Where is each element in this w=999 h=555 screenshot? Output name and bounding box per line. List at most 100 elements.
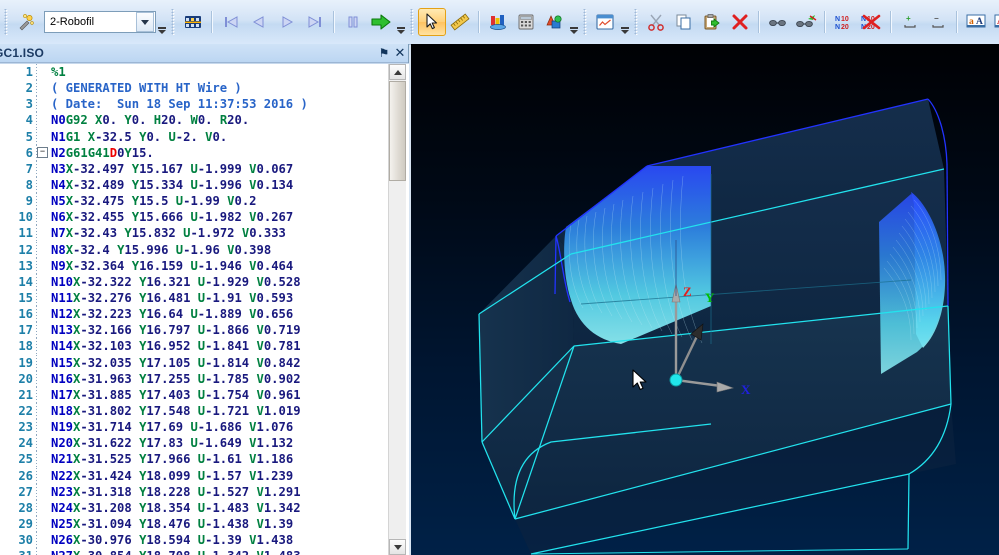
code-line[interactable]: 21 N17X-31.885 Y17.403 U-1.754 V0.961 [0, 386, 387, 403]
3d-simulation-viewport[interactable]: Z Y X [411, 44, 999, 555]
code-lines-container[interactable]: 1 %1 2 ( GENERATED WITH HT Wire ) 3 ( Date: S… [0, 64, 387, 555]
increase-indent-icon[interactable]: + [896, 8, 924, 36]
last-block-icon[interactable] [301, 8, 329, 36]
run-icon[interactable] [367, 8, 395, 36]
code-line[interactable]: 13 N9X-32.364 Y16.159 U-1.946 V0.464 [0, 257, 387, 274]
code-line[interactable]: 15 N11X-32.276 Y16.481 U-1.91 V0.593 [0, 289, 387, 307]
uppercase-icon[interactable]: A a [990, 8, 999, 36]
lowercase-icon[interactable]: a A [962, 8, 990, 36]
code-text: N8X-32.4 Y15.996 U-1.96 V0.398 [51, 242, 272, 257]
line-number: 10 [18, 210, 33, 225]
code-text: N14X-32.103 Y16.952 U-1.841 V0.781 [51, 339, 301, 354]
window-properties-icon[interactable] [591, 8, 619, 36]
code-line[interactable]: 20 N16X-31.963 Y17.255 U-1.785 V0.902 [0, 370, 387, 387]
code-line[interactable]: 22 N18X-31.802 Y17.548 U-1.721 V1.019 [0, 402, 387, 420]
code-line[interactable]: 12 N8X-32.4 Y15.996 U-1.96 V0.398 [0, 241, 387, 258]
renumber-blocks-icon[interactable]: N 10 N 20 [830, 8, 858, 36]
step-forward-icon[interactable] [273, 8, 301, 36]
line-number: 18 [18, 339, 33, 354]
close-icon[interactable]: ✕ [392, 45, 408, 61]
code-line[interactable]: 4 N0G92 X0. Y0. H20. W0. R20. [0, 112, 387, 129]
code-text: N24X-31.208 Y18.354 U-1.483 V1.342 [51, 500, 301, 515]
code-line[interactable]: 25 N21X-31.525 Y17.966 U-1.61 V1.186 [0, 451, 387, 468]
copy-icon[interactable] [670, 8, 698, 36]
toolbar-divider [333, 11, 335, 33]
code-line[interactable]: 24 N20X-31.622 Y17.83 U-1.649 V1.132 [0, 435, 387, 452]
code-line[interactable]: 14 N10X-32.322 Y16.321 U-1.929 V0.528 [0, 273, 387, 290]
line-number: 14 [18, 274, 33, 289]
code-line[interactable]: 6− N2G61G41D0Y15. [0, 144, 387, 161]
step-back-icon[interactable] [245, 8, 273, 36]
code-line[interactable]: 18 N14X-32.103 Y16.952 U-1.841 V0.781 [0, 338, 387, 355]
remove-block-numbers-icon[interactable]: N 10 N 20 [858, 8, 886, 36]
code-line[interactable]: 29 N25X-31.094 Y18.476 U-1.438 V1.39 [0, 515, 387, 533]
window-toolbar-overflow[interactable] [619, 8, 630, 37]
code-line[interactable]: 3 ( Date: Sun 18 Sep 11:37:53 2016 ) [0, 96, 387, 113]
scroll-up-button[interactable] [389, 64, 406, 80]
select-arrow-icon[interactable] [418, 8, 446, 36]
line-number: 31 [0, 548, 36, 555]
code-line[interactable]: 8 N4X-32.489 Y15.334 U-1.996 V0.134 [0, 176, 387, 194]
chevron-down-icon[interactable] [136, 12, 154, 32]
toolbar-grip-tools[interactable] [409, 9, 416, 35]
svg-text:N: N [835, 16, 840, 23]
cut-scissors-icon[interactable] [642, 8, 670, 36]
simulation-settings-icon[interactable] [179, 8, 207, 36]
code-text: N21X-31.525 Y17.966 U-1.61 V1.186 [51, 452, 294, 467]
3d-model-canvas[interactable]: Z Y X [411, 44, 999, 555]
pause-icon[interactable] [339, 8, 367, 36]
delete-x-icon[interactable] [726, 8, 754, 36]
code-text: N27X-30.854 Y18.708 U-1.342 V1.483 [48, 548, 301, 555]
wizard-wand-icon[interactable] [12, 8, 40, 36]
code-line[interactable]: 19 N15X-32.035 Y17.105 U-1.814 V0.842 [0, 354, 387, 371]
code-line[interactable]: 2 ( GENERATED WITH HT Wire ) [0, 80, 387, 97]
code-line[interactable]: 27 N23X-31.318 Y18.228 U-1.527 V1.291 [0, 483, 387, 500]
code-line[interactable]: 16 N12X-32.223 Y16.64 U-1.889 V0.656 [0, 306, 387, 323]
code-line[interactable]: 1 %1 [0, 64, 387, 81]
toolbar-grip-edit[interactable] [633, 9, 640, 35]
machine-toolbar-overflow[interactable] [156, 8, 167, 37]
code-line[interactable]: 26 N22X-31.424 Y18.099 U-1.57 V1.239 [0, 467, 387, 484]
machine-selector-combo[interactable]: 2-Robofil [44, 11, 156, 33]
line-number: 4 [25, 113, 33, 128]
decrease-indent-icon[interactable]: − [924, 8, 952, 36]
find-next-glasses-icon[interactable] [792, 8, 820, 36]
toolbar-grip-machine[interactable] [3, 9, 10, 35]
nc-code-editor[interactable]: 1 %1 2 ( GENERATED WITH HT Wire ) 3 ( Date: S… [0, 63, 409, 555]
line-number: 15 [18, 290, 33, 305]
line-number: 13 [18, 258, 33, 273]
color-palette-icon[interactable] [484, 8, 512, 36]
editor-vertical-scrollbar[interactable] [388, 64, 406, 555]
line-number: 2 [25, 81, 33, 96]
code-line[interactable]: 30 N26X-30.976 Y18.594 U-1.39 V1.438 [0, 532, 387, 549]
measure-ruler-icon[interactable] [446, 8, 474, 36]
fold-toggle-icon[interactable]: − [37, 145, 48, 161]
code-line[interactable]: 11 N7X-32.43 Y15.832 U-1.972 V0.333 [0, 225, 387, 242]
code-line[interactable]: 31 N27X-30.854 Y18.708 U-1.342 V1.483 [0, 548, 387, 555]
code-line[interactable]: 10 N6X-32.455 Y15.666 U-1.982 V0.267 [0, 209, 387, 226]
code-line[interactable]: 9 N5X-32.475 Y15.5 U-1.99 V0.2 [0, 193, 387, 210]
first-block-icon[interactable] [217, 8, 245, 36]
shape-tool-icon[interactable] [540, 8, 568, 36]
code-line[interactable]: 23 N19X-31.714 Y17.69 U-1.686 V1.076 [0, 419, 387, 436]
scroll-down-button[interactable] [389, 539, 406, 555]
playback-toolbar-overflow[interactable] [395, 8, 406, 37]
pin-icon[interactable]: ⚑ [376, 45, 392, 61]
code-line[interactable]: 28 N24X-31.208 Y18.354 U-1.483 V1.342 [0, 499, 387, 516]
toolbar-grip-window[interactable] [582, 9, 589, 35]
find-glasses-icon[interactable] [764, 8, 792, 36]
scrollbar-thumb[interactable] [389, 81, 406, 181]
tools-toolbar-overflow[interactable] [568, 8, 579, 37]
code-text: %1 [51, 65, 66, 79]
code-line[interactable]: 5 N1G1 X-32.5 Y0. U-2. V0. [0, 128, 387, 145]
code-line[interactable]: 17 N13X-32.166 Y16.797 U-1.866 V0.719 [0, 322, 387, 339]
calculator-icon[interactable] [512, 8, 540, 36]
paste-icon[interactable] [698, 8, 726, 36]
code-line[interactable]: 7 N3X-32.497 Y15.167 U-1.999 V0.067 [0, 160, 387, 177]
toolbar-grip-playback[interactable] [170, 9, 177, 35]
